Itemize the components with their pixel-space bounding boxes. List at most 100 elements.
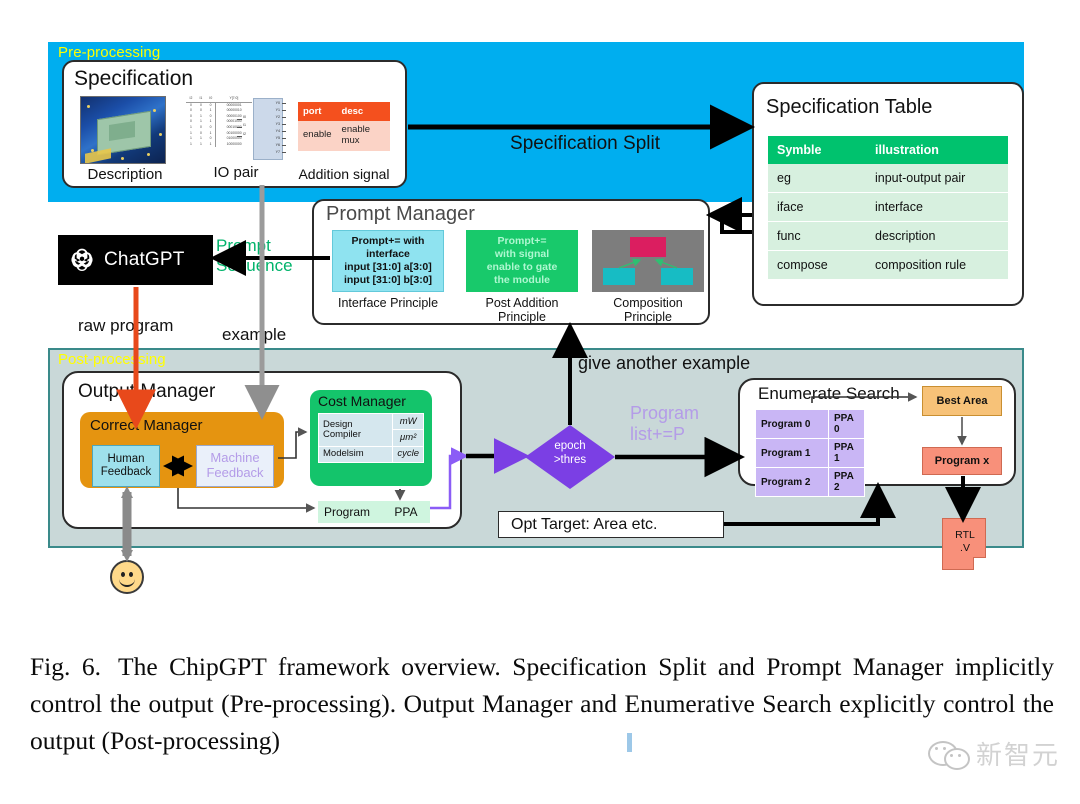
- prompt-sequence-label: Prompt Sequence: [216, 236, 316, 275]
- addition-signal-table: port desc enable enable mux: [298, 102, 390, 151]
- table-row: Program 0 PPA 0: [755, 409, 865, 439]
- cost-manager-title: Cost Manager: [318, 393, 406, 409]
- program-list-line2: list+=P: [630, 424, 686, 445]
- symble-cell: eg: [768, 164, 866, 193]
- io-cell: 1: [209, 141, 212, 146]
- chip-photo-thumbnail: [80, 96, 166, 164]
- unit-cell: mW: [392, 412, 424, 431]
- symble-cell: compose: [768, 250, 866, 280]
- best-area-label: Best Area: [936, 395, 988, 407]
- output-pin: Y0: [275, 101, 280, 105]
- io-input-pins: I0 I1 I2: [237, 113, 253, 138]
- input-pin: I1: [237, 121, 253, 129]
- ppa-cell: PPA: [381, 501, 430, 523]
- opt-target-label: Opt Target: Area etc.: [511, 515, 658, 533]
- figure-caption-text: The ChipGPT framework overview. Specific…: [30, 652, 1054, 755]
- illustration-cell: interface: [866, 192, 1008, 222]
- output-pin: Y5: [275, 136, 280, 140]
- symble-cell: iface: [768, 192, 866, 222]
- illustration-cell: description: [866, 221, 1008, 251]
- machine-feedback-label: Machine Feedback: [206, 450, 264, 480]
- io-cell: 1: [190, 141, 192, 146]
- prompt-manager-title: Prompt Manager: [326, 203, 475, 225]
- box-line: Prompt+= with: [351, 235, 425, 248]
- post-processing-label: Post-processing: [58, 351, 166, 368]
- program-x-label: Program x: [934, 455, 990, 467]
- decision-line1: epoch: [554, 440, 586, 452]
- interface-principle-box: Prompt+= with interface input [31:0] a[3…: [332, 230, 444, 292]
- box-line: the module: [493, 273, 550, 286]
- ppa-cell: PPA 1: [828, 438, 865, 468]
- symble-header: Symble: [768, 136, 866, 164]
- raw-program-label: raw program: [78, 316, 174, 335]
- table-header-row: Symble illustration: [768, 136, 1008, 164]
- table-row: Program 1 PPA 1: [755, 438, 865, 468]
- epoch-threshold-decision: epoch >thres: [525, 425, 615, 489]
- io-cell: 1: [199, 141, 202, 146]
- prompt-sequence-text: Prompt Sequence: [216, 236, 293, 275]
- table-row: func description: [768, 221, 1008, 251]
- illustration-header: illustration: [866, 136, 1008, 164]
- chatgpt-logo-block: ChatGPT: [58, 235, 213, 285]
- addition-signal-caption: Addition signal: [298, 166, 390, 182]
- table-row: Program 2 PPA 2: [755, 467, 865, 497]
- figure-caption: Fig. 6. The ChipGPT framework overview. …: [30, 648, 1054, 759]
- specification-table: Symble illustration eg input-output pair…: [768, 136, 1008, 280]
- io-row: 1 1 1 10000000: [186, 141, 252, 148]
- ppa-cell: PPA 2: [828, 467, 865, 497]
- opt-target-box: Opt Target: Area etc.: [498, 511, 724, 538]
- human-smiley-icon: [110, 560, 144, 594]
- program-list-line1: Program: [630, 403, 700, 423]
- openai-icon: [71, 248, 93, 271]
- post-addition-principle: Prompt+= with signal enable to gate the …: [466, 230, 578, 325]
- box-line: interface: [366, 248, 410, 261]
- table-row: Design Compiler mW: [317, 412, 424, 447]
- box-line: input [31:0] b[3:0]: [343, 273, 433, 286]
- human-feedback-box: Human Feedback: [92, 445, 160, 487]
- symble-cell: func: [768, 221, 866, 251]
- example-label: example: [222, 325, 287, 344]
- port-header: port: [298, 102, 337, 121]
- enumerate-search-title: Enumerate Search: [758, 384, 900, 403]
- pre-processing-label: Pre-processing: [58, 44, 161, 61]
- unit-cell: cycle: [392, 445, 424, 464]
- description-caption: Description: [87, 166, 163, 183]
- figure-chipgpt-framework: Pre-processing Specification Description…: [0, 0, 1080, 640]
- chatgpt-label: ChatGPT: [104, 249, 185, 270]
- output-pin: Y2: [275, 115, 280, 119]
- machine-feedback-box: Machine Feedback: [196, 445, 274, 487]
- io-pair-caption: IO pair: [213, 164, 259, 181]
- program-list-label: Program list+=P: [630, 403, 740, 445]
- table-row: port desc: [298, 102, 390, 121]
- desc-cell: enable mux: [336, 121, 390, 151]
- post-addition-principle-caption: Post Addition Principle: [485, 296, 559, 325]
- table-row: eg input-output pair: [768, 164, 1008, 193]
- best-area-box: Best Area: [922, 386, 1002, 416]
- tool-cell: Modelsim: [317, 445, 394, 464]
- output-pin: Y4: [275, 129, 280, 133]
- correct-manager-title: Correct Manager: [90, 417, 203, 434]
- specification-split-label: Specification Split: [510, 133, 660, 154]
- figure-number: Fig. 6.: [30, 652, 101, 681]
- human-feedback-label: Human Feedback: [100, 452, 152, 478]
- composition-principle-caption: Composition Principle: [613, 296, 683, 325]
- table-row: Modelsim cycle: [317, 445, 424, 464]
- table-row: iface interface: [768, 192, 1008, 222]
- table-row: enable enable mux: [298, 121, 390, 151]
- table-row: compose composition rule: [768, 250, 1008, 280]
- watermark-text: 新智元: [976, 741, 1061, 771]
- wechat-icon: [928, 739, 970, 770]
- output-pin: Y3: [275, 122, 280, 126]
- give-another-example-label: give another example: [578, 353, 751, 373]
- output-pin: Y6: [275, 143, 280, 147]
- illustration-cell: composition rule: [866, 250, 1008, 280]
- unit-cell: μm²: [392, 429, 424, 447]
- port-cell: enable: [298, 121, 337, 151]
- text-cursor: [627, 733, 632, 752]
- watermark: 新智元: [928, 735, 1060, 772]
- output-pin: Y1: [275, 108, 280, 112]
- post-addition-principle-box: Prompt+= with signal enable to gate the …: [466, 230, 578, 292]
- rtl-verilog-file-icon: RTL .V: [942, 518, 986, 570]
- box-line: enable to gate: [486, 261, 558, 273]
- composition-principle: Composition Principle: [592, 230, 704, 325]
